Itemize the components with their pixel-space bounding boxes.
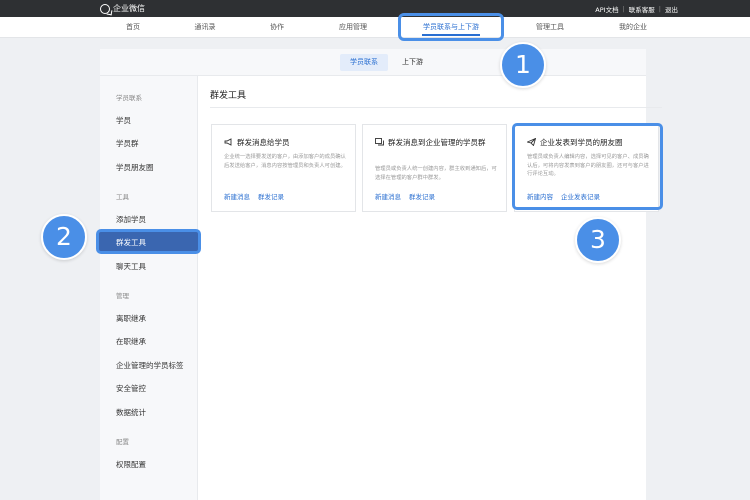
page-title: 群发工具 [210,91,247,101]
card-mass-message-groups: 群发消息到企业管理的学员群 管理员或负责人统一创建内容，群主收到通知后，可选择在… [362,124,507,212]
sidebar-item-students[interactable]: 学员 [116,115,131,126]
nav-contacts[interactable]: 通讯录 [182,17,228,38]
divider [210,107,662,108]
tab-upstream-downstream[interactable]: 上下游 [392,54,433,71]
top-links: API文档 | 联系客服 | 退出 [595,2,678,15]
separator: | [622,4,625,13]
contact-support-link[interactable]: 联系客服 [629,4,655,14]
sidebar [100,76,198,500]
card-links: 新建消息 群发记录 [375,191,443,201]
sidebar-item-student-groups[interactable]: 学员群 [116,138,139,149]
nav-my-enterprise[interactable]: 我的企业 [604,17,662,38]
sidebar-item-add-student[interactable]: 添加学员 [116,214,146,225]
chat-bubble-icon [100,3,110,14]
separator: | [658,4,661,13]
card-title-wrap: 群发消息到企业管理的学员群 [375,137,500,148]
new-message-link[interactable]: 新建消息 [224,193,250,201]
sidebar-group-student-contact: 学员联系 [116,94,142,102]
step-badge-3: 3 [575,217,621,263]
nav-highlight-frame [398,13,504,41]
logout-link[interactable]: 退出 [665,4,678,14]
new-message-link[interactable]: 新建消息 [375,193,401,201]
sidebar-item-security[interactable]: 安全管控 [116,383,146,394]
sidebar-group-config: 配置 [116,438,129,446]
sidebar-item-resigned-inherit[interactable]: 离职继承 [116,313,146,324]
sidebar-item-mass-send-label: 群发工具 [116,238,146,247]
card-title: 群发消息给学员 [237,138,290,147]
step-badge-1: 1 [500,42,546,88]
tab-student-contact[interactable]: 学员联系 [340,54,388,71]
card-mass-message-students: 群发消息给学员 企业统一选择要发送的客户，由添加客户的成员确认后发送给客户，消息… [211,124,356,212]
main-panel: 学员联系 上下游 [100,49,646,500]
nav-app-management[interactable]: 应用管理 [324,17,382,38]
megaphone-icon [224,138,232,146]
sidebar-group-management: 管理 [116,292,129,300]
sidebar-item-mass-send-active[interactable] [96,229,201,254]
top-bar: 企业微信 API文档 | 联系客服 | 退出 [0,0,750,17]
logo-text: 企业微信 [113,4,145,13]
sub-tabs: 学员联系 上下游 [100,49,646,76]
card-title-wrap: 群发消息给学员 [224,137,349,148]
nav-home[interactable]: 首页 [110,17,156,38]
main-nav: 首页 通讯录 协作 应用管理 学员联系与上下游 管理工具 我的企业 [0,17,750,38]
step-badge-2: 2 [41,214,87,260]
group-message-icon [375,138,384,146]
api-docs-link[interactable]: API文档 [595,4,618,14]
sidebar-item-moments[interactable]: 学员朋友圈 [116,162,154,173]
nav-management-tools[interactable]: 管理工具 [522,17,578,38]
sidebar-item-active-inherit[interactable]: 在职继承 [116,336,146,347]
sidebar-group-tools: 工具 [116,193,129,201]
card-highlight-frame [512,123,663,210]
sidebar-item-student-tags[interactable]: 企业管理的学员标签 [116,360,184,371]
sidebar-item-chat-tools[interactable]: 聊天工具 [116,261,146,272]
sidebar-item-permissions[interactable]: 权限配置 [116,459,146,470]
sidebar-item-statistics[interactable]: 数据统计 [116,407,146,418]
nav-collaboration[interactable]: 协作 [254,17,300,38]
card-description: 管理员或负责人统一创建内容，群主收到通知后，可选择在管理的客户群中群发。 [375,166,497,181]
card-description: 企业统一选择要发送的客户，由添加客户的成员确认后发送给客户，消息内容按管理员和负… [224,154,346,169]
card-title: 群发消息到企业管理的学员群 [388,138,486,147]
wecom-logo[interactable]: 企业微信 [100,2,145,15]
card-links: 新建消息 群发记录 [224,191,292,201]
send-history-link[interactable]: 群发记录 [409,193,435,201]
send-history-link[interactable]: 群发记录 [258,193,284,201]
